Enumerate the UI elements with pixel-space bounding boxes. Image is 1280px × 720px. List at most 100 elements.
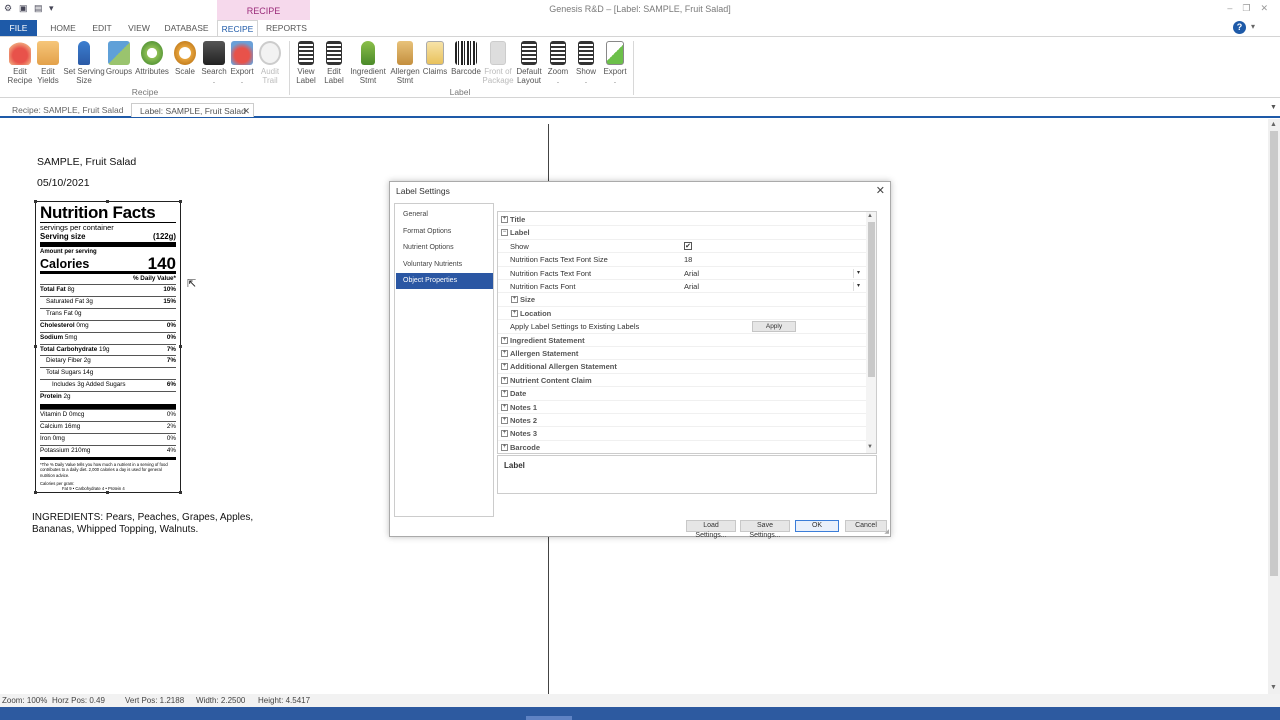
allergen-stmt-button[interactable]: Allergen Stmt <box>388 41 422 85</box>
menu-home[interactable]: HOME <box>50 20 76 36</box>
groups-button[interactable]: Groups <box>105 41 133 76</box>
property-category-row[interactable]: + Additional Allergen Statement <box>498 360 866 374</box>
ingredient-stmt-button[interactable]: Ingredient Stmt <box>349 41 387 85</box>
attributes-button[interactable]: Attributes <box>134 41 170 76</box>
property-row[interactable]: Apply Label Settings to Existing Labels A… <box>498 320 866 334</box>
expand-toggle-icon[interactable]: + <box>511 309 518 317</box>
menu-database[interactable]: DATABASE <box>164 20 209 36</box>
tab-dropdown-icon[interactable]: ▼ <box>1270 104 1277 111</box>
expand-toggle-icon[interactable]: + <box>501 336 508 344</box>
selection-handle[interactable] <box>34 345 37 348</box>
property-category-row[interactable]: + Allergen Statement <box>498 347 866 361</box>
expand-toggle-icon[interactable]: + <box>501 350 508 357</box>
selection-handle[interactable] <box>106 491 109 494</box>
show-checkbox[interactable]: ✔ <box>684 241 692 250</box>
edit-label-button[interactable]: Edit Label <box>321 41 347 85</box>
zoom-button[interactable]: Zoom . <box>544 41 572 85</box>
property-category-row[interactable]: + Title <box>498 213 866 227</box>
ribbon-options-chevron-icon[interactable]: ▾ <box>1251 22 1255 31</box>
save-settings-button[interactable]: Save Settings... <box>740 520 790 539</box>
show-button[interactable]: Show . <box>572 41 600 85</box>
property-row[interactable]: Nutrition Facts Text Font Arial ▾ <box>498 267 866 280</box>
property-grid-scrollbar-thumb[interactable] <box>868 222 875 377</box>
scroll-down-arrow-icon[interactable]: ▼ <box>1270 684 1277 691</box>
edit-recipe-button[interactable]: Edit Recipe <box>6 41 34 85</box>
tab-recipe[interactable]: Recipe: SAMPLE, Fruit Salad <box>12 103 127 117</box>
dropdown-arrow-icon[interactable]: ▾ <box>853 268 863 278</box>
scale-button[interactable]: Scale <box>172 41 198 76</box>
nav-nutrient-options[interactable]: Nutrient Options <box>396 240 493 256</box>
dropdown-arrow-icon[interactable]: ▾ <box>853 282 863 291</box>
cancel-button[interactable]: Cancel <box>845 520 887 532</box>
menu-recipe[interactable]: RECIPE <box>217 20 258 36</box>
help-icon[interactable]: ? <box>1233 21 1246 34</box>
expand-toggle-icon[interactable]: + <box>501 363 508 371</box>
label-date[interactable]: 05/10/2021 <box>37 177 90 189</box>
nutrition-facts-panel[interactable]: Nutrition Facts servings per container S… <box>35 201 181 493</box>
barcode-button[interactable]: Barcode <box>450 41 482 76</box>
expand-toggle-icon[interactable]: + <box>501 430 508 438</box>
search-button[interactable]: Search . <box>199 41 229 85</box>
menu-view[interactable]: VIEW <box>127 20 151 36</box>
menu-edit[interactable]: EDIT <box>90 20 114 36</box>
label-title[interactable]: SAMPLE, Fruit Salad <box>37 156 136 168</box>
property-category-row[interactable]: + Notes 1 <box>498 401 866 414</box>
nav-format-options[interactable]: Format Options <box>396 224 493 240</box>
view-label-button[interactable]: View Label <box>293 41 319 85</box>
expand-toggle-icon[interactable]: + <box>501 443 508 451</box>
selection-handle[interactable] <box>34 491 37 494</box>
resize-grip-icon[interactable]: ◢ <box>884 528 889 535</box>
font-select-value[interactable]: Arial <box>684 267 699 280</box>
edit-yields-button[interactable]: Edit Yields <box>34 41 62 85</box>
expand-toggle-icon[interactable]: − <box>501 229 508 237</box>
ingredient-statement[interactable]: INGREDIENTS: Pears, Peaches, Grapes, App… <box>32 512 282 536</box>
property-category-row[interactable]: + Notes 3 <box>498 427 866 441</box>
tab-label[interactable]: Label: SAMPLE, Fruit Salad ✕ <box>131 103 254 117</box>
expand-toggle-icon[interactable]: + <box>501 417 508 424</box>
property-category-row[interactable]: + Location <box>498 307 866 321</box>
property-row[interactable]: Show ✔ <box>498 240 866 254</box>
property-category-row[interactable]: + Ingredient Statement <box>498 334 866 347</box>
property-category-row[interactable]: + Barcode <box>498 441 866 453</box>
claims-button[interactable]: Claims <box>422 41 448 76</box>
default-layout-button[interactable]: Default Layout <box>514 41 544 85</box>
property-category-row[interactable]: + Nutrient Content Claim <box>498 374 866 388</box>
selection-handle[interactable] <box>179 345 182 348</box>
ok-button[interactable]: OK <box>795 520 839 532</box>
close-tab-icon[interactable]: ✕ <box>242 104 250 118</box>
nav-object-properties[interactable]: Object Properties <box>396 273 493 289</box>
expand-toggle-icon[interactable]: + <box>501 403 508 411</box>
expand-toggle-icon[interactable]: + <box>511 296 518 304</box>
grid-scroll-up-icon[interactable]: ▲ <box>867 213 873 219</box>
apply-button[interactable]: Apply <box>752 321 796 333</box>
restore-icon[interactable]: ❐ <box>1242 3 1250 14</box>
scrollbar-thumb[interactable] <box>1270 131 1278 576</box>
menu-reports[interactable]: REPORTS <box>266 20 307 36</box>
font-select-value[interactable]: Arial <box>684 280 699 293</box>
property-row[interactable]: Nutrition Facts Font Arial ▾ <box>498 280 866 294</box>
load-settings-button[interactable]: Load Settings... <box>686 520 736 539</box>
export-label-button[interactable]: Export . <box>600 41 630 85</box>
font-size-value[interactable]: 18 <box>684 253 692 266</box>
expand-toggle-icon[interactable]: + <box>501 376 508 384</box>
property-category-row[interactable]: + Date <box>498 387 866 401</box>
nav-voluntary-nutrients[interactable]: Voluntary Nutrients <box>396 257 493 273</box>
export-recipe-button[interactable]: Export . <box>228 41 256 85</box>
front-of-package-button[interactable]: Front of Package <box>482 41 514 85</box>
selection-handle[interactable] <box>106 200 109 203</box>
expand-toggle-icon[interactable]: + <box>501 390 508 398</box>
property-row[interactable]: Nutrition Facts Text Font Size 18 <box>498 253 866 267</box>
taskbar-item[interactable] <box>526 716 572 720</box>
nav-general[interactable]: General <box>396 207 493 223</box>
audit-trail-button[interactable]: Audit Trail <box>256 41 284 85</box>
scroll-up-arrow-icon[interactable]: ▲ <box>1270 121 1277 128</box>
file-menu[interactable]: FILE <box>0 20 37 36</box>
expand-toggle-icon[interactable]: + <box>501 216 508 223</box>
dialog-close-icon[interactable]: ✕ <box>876 184 885 197</box>
grid-scroll-down-icon[interactable]: ▼ <box>867 444 873 450</box>
selection-handle[interactable] <box>179 200 182 203</box>
selection-handle[interactable] <box>34 200 37 203</box>
minimize-icon[interactable]: – <box>1227 3 1232 14</box>
property-category-row[interactable]: + Size <box>498 293 866 307</box>
set-serving-size-button[interactable]: Set Serving Size <box>62 41 106 85</box>
